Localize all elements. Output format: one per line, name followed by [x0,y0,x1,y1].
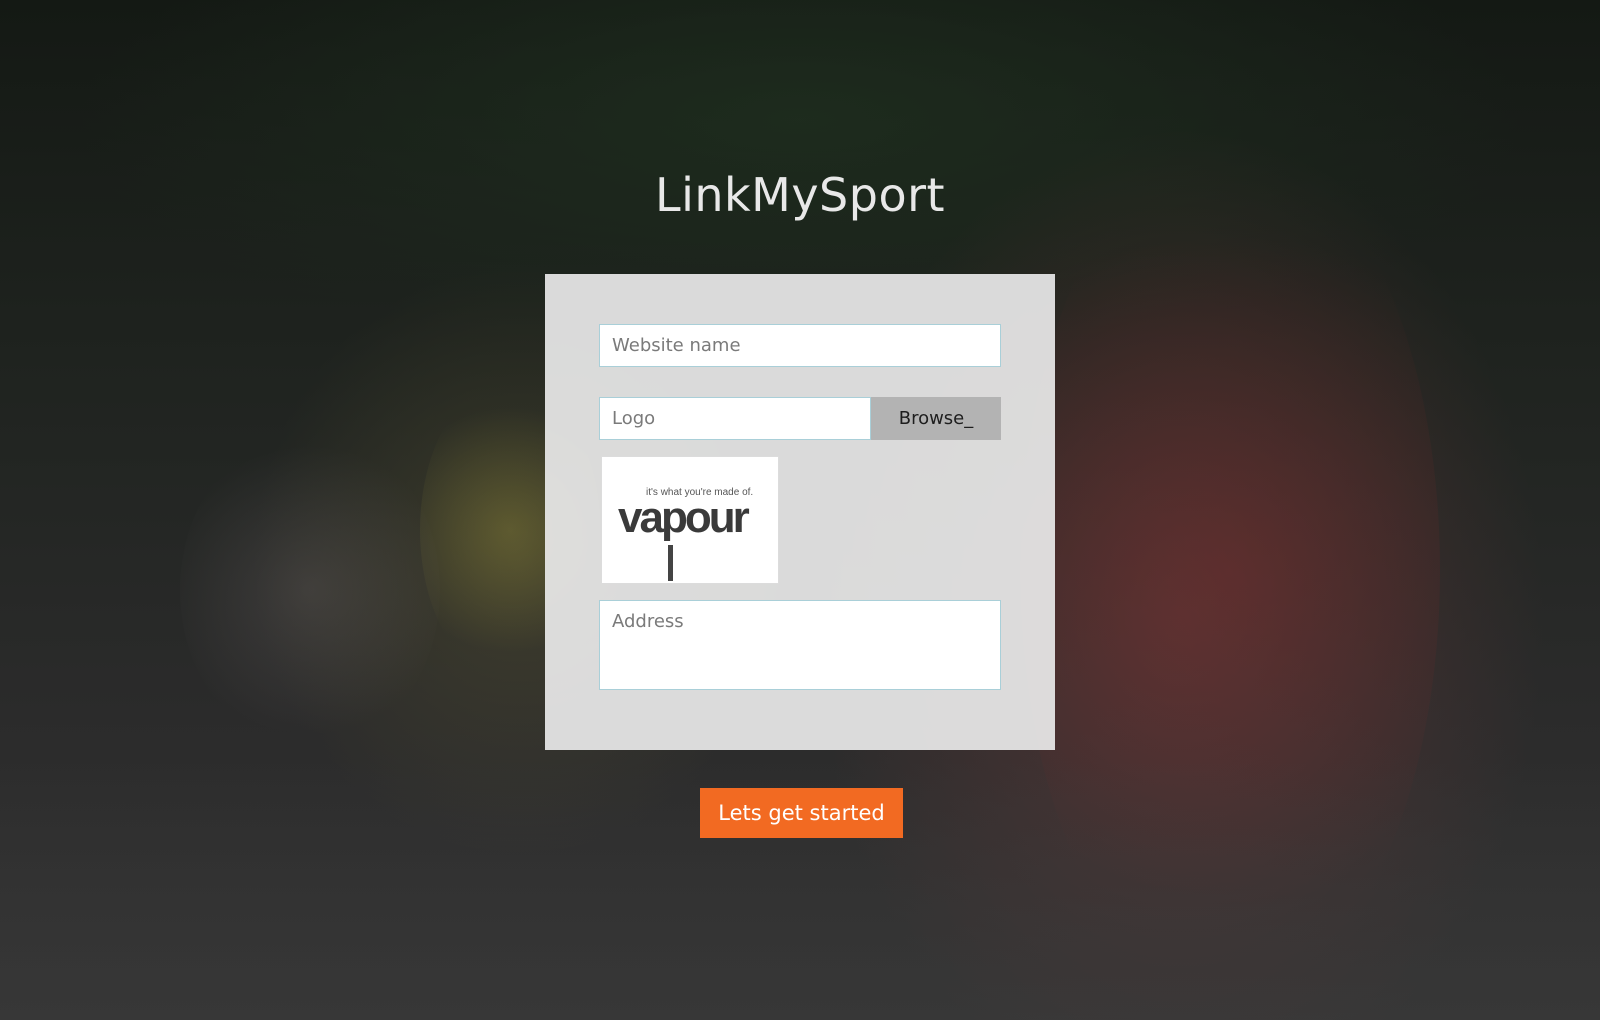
setup-form-card: Browse_ it's what you're made of. vapour [545,274,1055,750]
logo-input[interactable] [599,397,871,440]
background-cyclist-shape [180,430,440,750]
lets-get-started-button[interactable]: Lets get started [700,788,903,838]
logo-preview-image: it's what you're made of. vapour [601,456,779,584]
browse-button[interactable]: Browse_ [871,397,1001,440]
address-textarea[interactable] [599,600,1001,690]
page-title: LinkMySport [654,168,946,222]
website-name-input[interactable] [599,324,1001,367]
logo-drip-mark [668,545,673,581]
logo-wordmark: vapour [618,493,750,542]
